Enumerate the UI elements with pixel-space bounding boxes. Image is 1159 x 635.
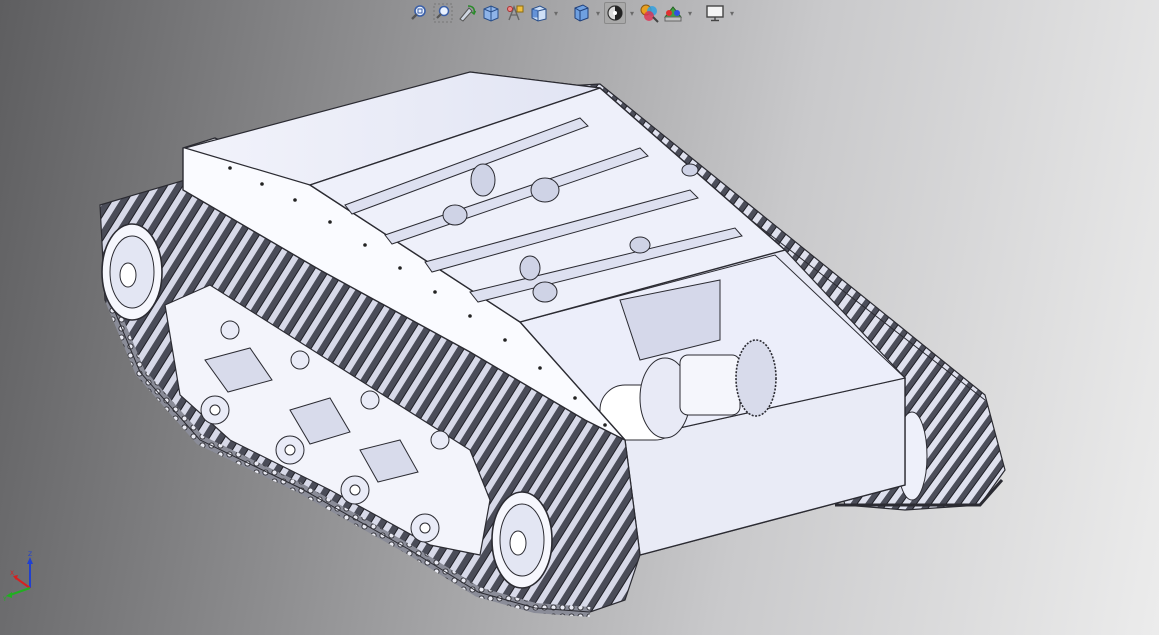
left-rear-sprocket — [491, 491, 553, 589]
graphics-area[interactable]: ▾ ▾ ▾ ▾ ▾ Z X Y — [0, 0, 1159, 635]
triad-y-axis — [9, 587, 31, 596]
triad-x-label: X — [10, 570, 14, 577]
left-front-sprocket — [101, 223, 163, 321]
triad-y-label: Y — [2, 596, 7, 602]
tracked-chassis-model[interactable] — [0, 0, 1159, 635]
reference-triad: Z X Y — [2, 551, 33, 602]
triad-x-axis — [15, 577, 31, 589]
triad-z-label: Z — [28, 551, 32, 558]
